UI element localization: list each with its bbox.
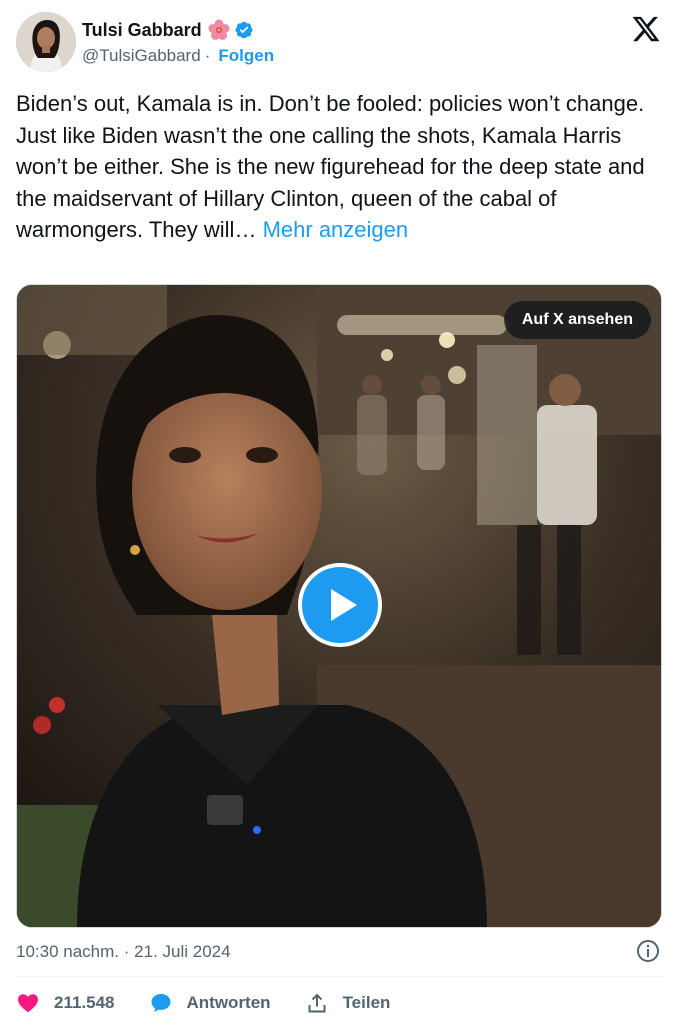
- tweet-actions: 211.548 Antworten Teilen: [16, 988, 424, 1018]
- share-label: Teilen: [342, 993, 391, 1012]
- tweet-header: Tulsi Gabbard @TulsiGabbard · Folgen: [0, 0, 678, 80]
- author-handle[interactable]: @TulsiGabbard: [82, 46, 201, 66]
- play-button[interactable]: [298, 563, 382, 647]
- like-count: 211.548: [54, 993, 115, 1012]
- reply-label: Antworten: [186, 993, 271, 1012]
- reply-button[interactable]: Antworten: [149, 991, 271, 1015]
- x-logo-icon[interactable]: [631, 14, 661, 44]
- author-handle-row: @TulsiGabbard · Folgen: [82, 46, 274, 66]
- author-name-row: Tulsi Gabbard: [82, 18, 254, 42]
- author-name[interactable]: Tulsi Gabbard: [82, 20, 202, 41]
- show-more-link[interactable]: Mehr anzeigen: [263, 217, 409, 242]
- tweet-time: 10:30 nachm.: [16, 942, 120, 961]
- handle-separator: ·: [204, 46, 211, 65]
- video-player[interactable]: Auf X ansehen: [16, 284, 662, 928]
- info-icon[interactable]: [636, 939, 660, 963]
- like-button[interactable]: 211.548: [16, 991, 115, 1015]
- share-upload-icon: [305, 991, 329, 1015]
- avatar[interactable]: [16, 12, 76, 72]
- follow-button[interactable]: Folgen: [218, 46, 274, 66]
- verified-badge-icon: [234, 20, 254, 40]
- divider: [16, 976, 662, 977]
- share-button[interactable]: Teilen: [305, 991, 391, 1015]
- tweet-timestamp[interactable]: 10:30 nachm. · 21. Juli 2024: [16, 942, 231, 962]
- tweet-text: Biden’s out, Kamala is in. Don’t be fool…: [16, 88, 656, 246]
- play-icon: [331, 589, 357, 621]
- timestamp-separator: ·: [123, 942, 130, 961]
- heart-icon: [16, 991, 40, 1015]
- hibiscus-icon: [208, 19, 230, 41]
- reply-bubble-icon: [149, 991, 173, 1015]
- tweet-date: 21. Juli 2024: [134, 942, 231, 961]
- watch-on-x-button[interactable]: Auf X ansehen: [503, 301, 651, 339]
